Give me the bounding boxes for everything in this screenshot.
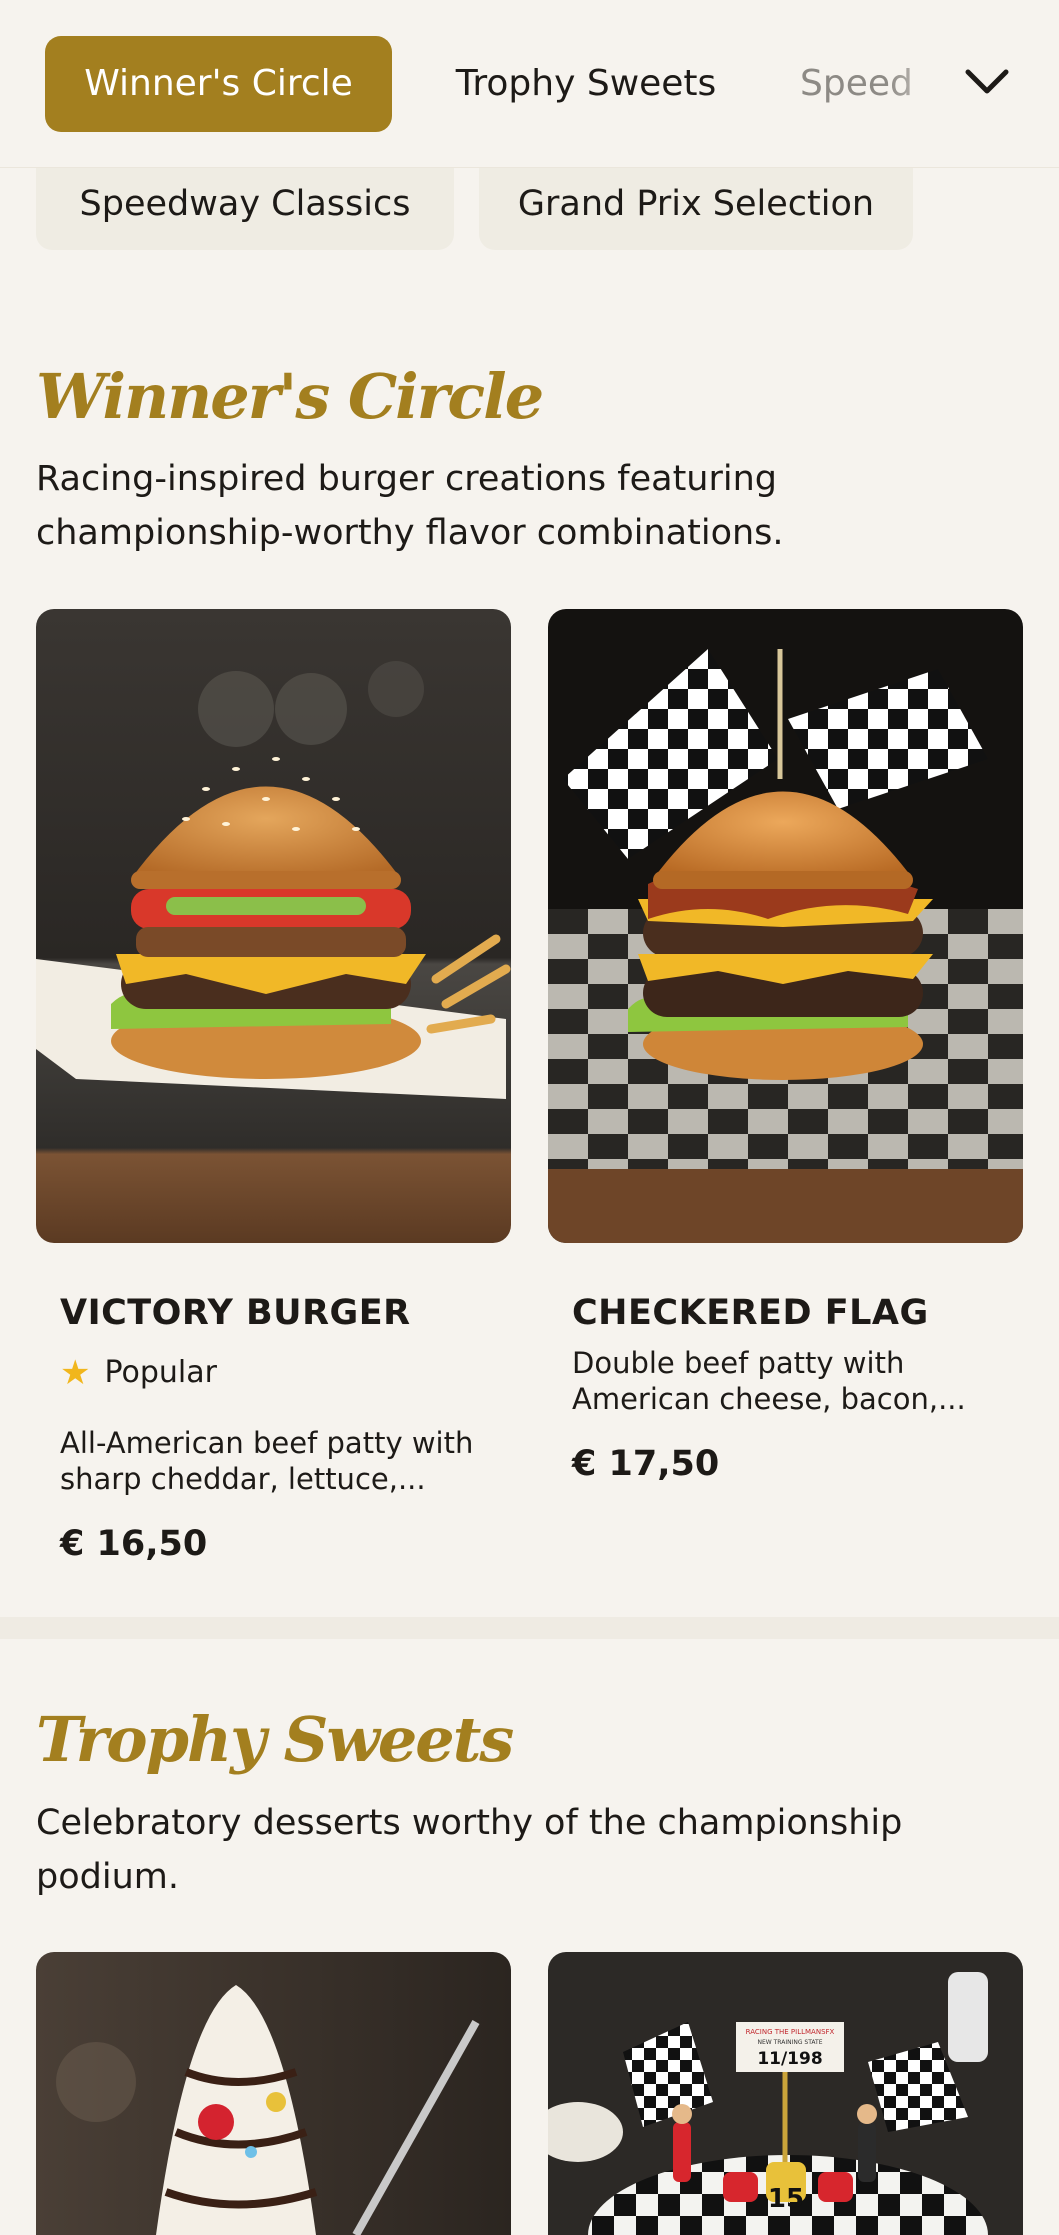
item-price: € 17,50 (572, 1444, 720, 1484)
cake-number: 15 (768, 2184, 804, 2214)
section-title-winners-circle: Winner's Circle (36, 360, 544, 433)
item-description: All-American beef patty with sharp chedd… (60, 1426, 474, 1496)
cake-sign-number: 11/198 (757, 2049, 822, 2069)
checkered-flag-burger-image[interactable] (548, 609, 1023, 1243)
tab-grand-prix-selection[interactable]: Grand Prix Selection (479, 168, 913, 250)
section-divider (0, 1617, 1059, 1639)
item-name: CHECKERED FLAG (572, 1293, 929, 1333)
section-description: Racing-inspired burger creations featuri… (36, 459, 784, 553)
tab-winners-circle[interactable]: Winner's Circle (45, 36, 392, 132)
chevron-down-icon[interactable] (962, 60, 1012, 104)
tab-speedway-truncated[interactable]: Speed (800, 36, 960, 132)
tab-speedway-classics[interactable]: Speedway Classics (36, 168, 454, 250)
item-name: VICTORY BURGER (60, 1293, 411, 1333)
item-price: € 16,50 (60, 1524, 208, 1564)
tab-trophy-sweets[interactable]: Trophy Sweets (430, 36, 742, 132)
section-description: Celebratory desserts worthy of the champ… (36, 1803, 903, 1897)
star-icon: ★ (60, 1352, 91, 1393)
category-nav-expanded: Speedway Classics Grand Prix Selection (0, 168, 1059, 252)
trophy-cake-image[interactable]: RACING THE PILLMANSFX NEW TRAINING STATE… (548, 1952, 1023, 2235)
item-description: Double beef patty with American cheese, … (572, 1346, 966, 1416)
cake-sign-line-2: NEW TRAINING STATE (758, 2039, 823, 2046)
cake-sign-line-1: RACING THE PILLMANSFX (746, 2028, 835, 2036)
popular-badge: ★ Popular (60, 1355, 217, 1390)
badge-label: Popular (104, 1355, 217, 1390)
category-nav: Winner's Circle Trophy Sweets Speed (0, 0, 1059, 168)
trophy-sundae-image[interactable] (36, 1952, 511, 2235)
victory-burger-image[interactable] (36, 609, 511, 1243)
section-title-trophy-sweets: Trophy Sweets (36, 1703, 514, 1776)
